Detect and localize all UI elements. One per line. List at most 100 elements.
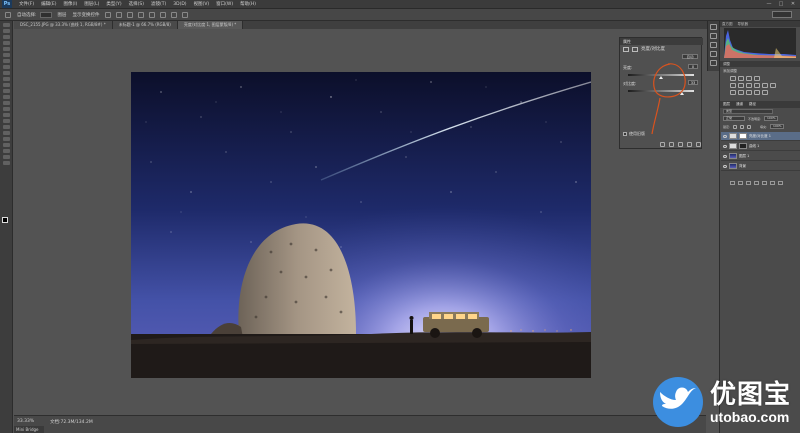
channel-mixer-icon[interactable]: [770, 83, 776, 88]
curves-adjust-icon[interactable]: [746, 76, 752, 81]
path-select-tool-icon[interactable]: [2, 119, 10, 123]
tab-histogram[interactable]: 直方图: [722, 22, 733, 27]
delete-layer-icon[interactable]: [778, 181, 783, 185]
eraser-tool-icon[interactable]: [2, 83, 10, 87]
menu-help[interactable]: 帮助(H): [240, 1, 256, 7]
minimize-button[interactable]: —: [766, 1, 772, 7]
properties-panel-icon[interactable]: [710, 33, 717, 39]
eye-icon[interactable]: [723, 164, 727, 168]
eye-icon[interactable]: [723, 154, 727, 158]
edit-toolbar-icon[interactable]: [2, 149, 10, 153]
marquee-tool-icon[interactable]: [2, 29, 10, 33]
document-info[interactable]: 文档:72.3M/134.2M: [50, 419, 93, 425]
document-canvas[interactable]: [131, 72, 591, 378]
layer-filter-select[interactable]: 类型: [723, 109, 773, 114]
history-panel-icon[interactable]: [710, 24, 717, 30]
eyedropper-tool-icon[interactable]: [2, 53, 10, 57]
exposure-adjust-icon[interactable]: [754, 76, 760, 81]
document-tab[interactable]: DSC_2155.JPG @ 33.3% (曲线 1, RGB/8#) *: [14, 21, 113, 29]
blend-mode-select[interactable]: 正常: [723, 116, 745, 121]
dodge-tool-icon[interactable]: [2, 101, 10, 105]
menu-3d[interactable]: 3D(D): [173, 2, 186, 7]
brightness-adjust-icon[interactable]: [730, 76, 736, 81]
fill-input[interactable]: 100%: [770, 124, 785, 129]
character-panel-icon[interactable]: [710, 42, 717, 48]
properties-header[interactable]: 属性: [620, 38, 703, 45]
type-tool-icon[interactable]: [2, 113, 10, 117]
move-tool-icon[interactable]: [5, 11, 11, 18]
hand-tool-icon[interactable]: [2, 131, 10, 135]
vibrance-adjust-icon[interactable]: [730, 83, 736, 88]
menu-select[interactable]: 选择(S): [129, 1, 144, 7]
clone-stamp-tool-icon[interactable]: [2, 71, 10, 75]
layer-mask-thumb[interactable]: [739, 133, 747, 139]
menu-view[interactable]: 视图(V): [194, 1, 210, 7]
gradient-map-icon[interactable]: [754, 90, 760, 95]
blur-tool-icon[interactable]: [2, 95, 10, 99]
layer-mask-thumb[interactable]: [739, 143, 747, 149]
selective-color-icon[interactable]: [762, 90, 768, 95]
use-legacy-checkbox[interactable]: [623, 132, 627, 136]
history-brush-tool-icon[interactable]: [2, 77, 10, 81]
clip-to-layer-icon[interactable]: [660, 142, 665, 147]
delete-icon[interactable]: [696, 142, 701, 147]
reset-icon[interactable]: [678, 142, 683, 147]
align-right-icon[interactable]: [159, 11, 166, 18]
quick-mask-icon[interactable]: [2, 155, 10, 159]
tab-channels[interactable]: 通道: [736, 102, 743, 107]
contrast-value[interactable]: 33: [688, 80, 698, 85]
new-layer-icon[interactable]: [770, 181, 775, 185]
3d-tool-icon[interactable]: [2, 143, 10, 147]
menu-file[interactable]: 文件(F): [19, 1, 34, 7]
shape-tool-icon[interactable]: [2, 125, 10, 129]
align-top-icon[interactable]: [104, 11, 111, 18]
show-transform-checkbox[interactable]: 显示变换控件: [73, 12, 100, 18]
menu-edit[interactable]: 编辑(E): [41, 1, 56, 7]
tab-layers[interactable]: 图层: [723, 102, 730, 107]
auto-button[interactable]: 自动: [682, 54, 698, 59]
levels-adjust-icon[interactable]: [738, 76, 744, 81]
menu-filter[interactable]: 滤镜(T): [151, 1, 166, 7]
eye-icon[interactable]: [723, 144, 727, 148]
menu-layer[interactable]: 图层(L): [84, 1, 99, 7]
foreground-color-swatch[interactable]: [2, 217, 8, 223]
visibility-icon[interactable]: [687, 142, 692, 147]
layer-row[interactable]: 图层 1: [721, 152, 800, 161]
layer-row[interactable]: 曲线 1: [721, 142, 800, 151]
crop-tool-icon[interactable]: [2, 47, 10, 51]
document-tab-active[interactable]: 亮度/对比度 1, 图层蒙版/8) *: [177, 21, 244, 29]
layer-row[interactable]: 背景: [721, 162, 800, 171]
hue-saturation-icon[interactable]: [738, 83, 744, 88]
lock-position-icon[interactable]: [740, 124, 745, 129]
align-middle-icon[interactable]: [115, 11, 122, 18]
zoom-level[interactable]: 33.33%: [17, 419, 34, 424]
tab-paths[interactable]: 路径: [749, 102, 756, 107]
distribute-icon[interactable]: [170, 11, 177, 18]
screen-mode-icon[interactable]: [2, 161, 10, 165]
brightness-value[interactable]: 0: [688, 64, 698, 69]
photo-filter-icon[interactable]: [762, 83, 768, 88]
pen-tool-icon[interactable]: [2, 107, 10, 111]
info-panel-icon[interactable]: [710, 60, 717, 66]
document-tab[interactable]: 未标题-1 @ 66.7% (RGB/8): [112, 21, 178, 29]
eye-icon[interactable]: [723, 134, 727, 138]
tab-navigator[interactable]: 导航器: [738, 22, 749, 27]
menu-image[interactable]: 图像(I): [63, 1, 77, 7]
lock-all-icon[interactable]: [747, 124, 752, 129]
align-center-icon[interactable]: [148, 11, 155, 18]
threshold-icon[interactable]: [746, 90, 752, 95]
layer-row[interactable]: 亮度/对比度 1: [721, 132, 800, 141]
maximize-button[interactable]: □: [778, 1, 784, 7]
zoom-tool-icon[interactable]: [2, 137, 10, 141]
black-white-icon[interactable]: [754, 83, 760, 88]
add-mask-icon[interactable]: [746, 181, 751, 185]
close-button[interactable]: ✕: [790, 1, 796, 7]
align-bottom-icon[interactable]: [126, 11, 133, 18]
mask-icon[interactable]: [632, 46, 638, 52]
view-previous-icon[interactable]: [669, 142, 674, 147]
invert-icon[interactable]: [730, 90, 736, 95]
color-balance-icon[interactable]: [746, 83, 752, 88]
brush-tool-icon[interactable]: [2, 65, 10, 69]
link-layers-icon[interactable]: [730, 181, 735, 185]
move-tool-icon[interactable]: [2, 23, 10, 27]
